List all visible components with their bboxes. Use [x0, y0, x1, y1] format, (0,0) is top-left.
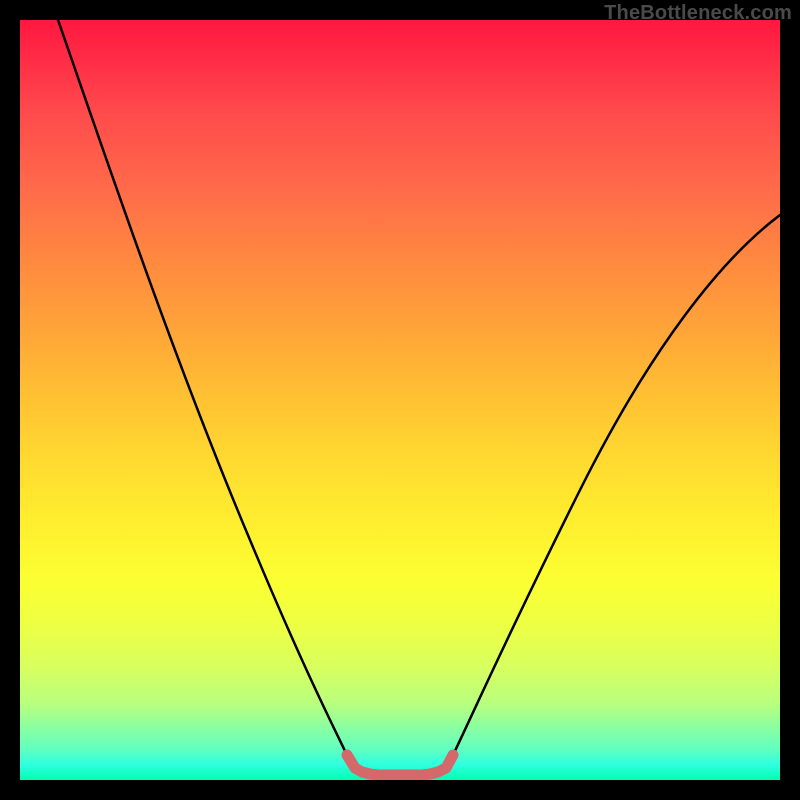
curve-overlay — [20, 20, 780, 780]
chart-container: { "watermark": "TheBottleneck.com", "cha… — [0, 0, 800, 800]
watermark-text: TheBottleneck.com — [604, 2, 792, 25]
right-curve — [453, 215, 780, 755]
valley-step — [347, 755, 453, 775]
plot-area — [20, 20, 780, 780]
left-curve — [58, 20, 347, 755]
